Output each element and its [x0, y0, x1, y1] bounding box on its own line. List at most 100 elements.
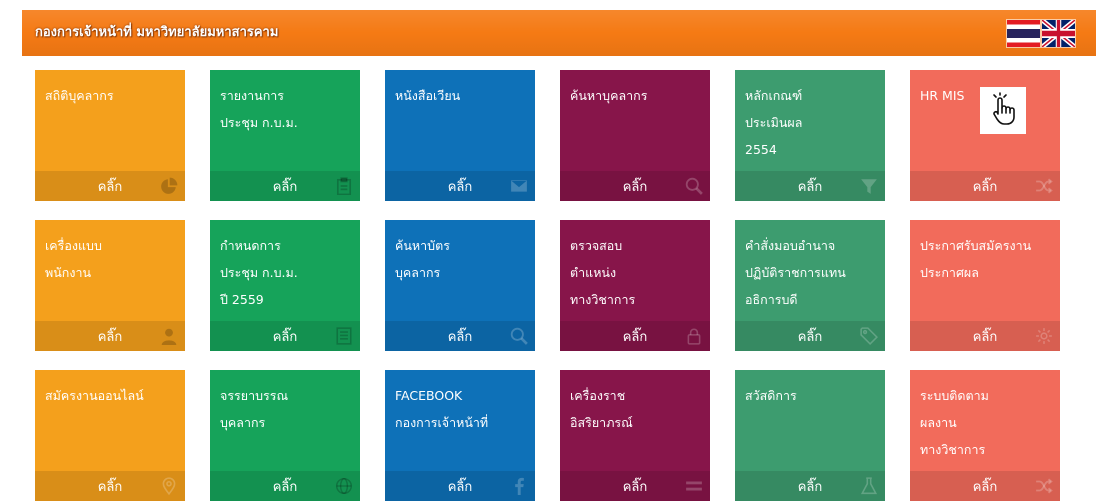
tile-title: ค้นหาบุคลากร — [560, 70, 710, 109]
tile-click-button[interactable]: คลิ๊ก — [210, 321, 360, 351]
click-label[interactable]: คลิ๊ก — [448, 330, 473, 345]
tile-welfare[interactable]: สวัสดิการ คลิ๊ก — [735, 370, 885, 501]
tile-title-line: อธิการบดี — [745, 292, 798, 307]
tile-academic-work-tracking[interactable]: ระบบติดตาม ผลงาน ทางวิชาการ คลิ๊ก — [910, 370, 1060, 501]
tile-hr-mis[interactable]: HR MIS คลิ๊ก — [910, 70, 1060, 201]
tile-title-line: หลักเกณฑ์ — [745, 88, 803, 103]
tile-title: หลักเกณฑ์ ประเมินผล 2554 — [735, 70, 885, 163]
tile-title-line: บุคลากร — [220, 415, 266, 430]
tile-title-line: อิสริยาภรณ์ — [570, 415, 633, 430]
tile-title-line: เครื่องแบบ — [45, 238, 102, 253]
tile-title-line: ผลงาน — [920, 415, 957, 430]
click-label[interactable]: คลิ๊ก — [273, 480, 298, 495]
site-header: กองการเจ้าหน้าที่ มหาวิทยาลัยมหาสารคาม — [22, 10, 1096, 56]
tile-click-button[interactable]: คลิ๊ก — [560, 171, 710, 201]
tile-title: สวัสดิการ — [735, 370, 885, 409]
tile-click-button[interactable]: คลิ๊ก — [35, 471, 185, 501]
tile-meeting-reports[interactable]: รายงานการ ประชุม ก.บ.ม. คลิ๊ก — [210, 70, 360, 201]
tile-title-line: จรรยาบรรณ — [220, 388, 289, 403]
tile-click-button[interactable]: คลิ๊ก — [910, 321, 1060, 351]
tile-title-line: ระบบติดตาม — [920, 388, 989, 403]
click-label[interactable]: คลิ๊ก — [973, 180, 998, 195]
tile-click-button[interactable]: คลิ๊ก — [735, 471, 885, 501]
tile-uniform[interactable]: เครื่องแบบ พนักงาน คลิ๊ก — [35, 220, 185, 351]
tile-title-line: 2554 — [745, 142, 777, 157]
shuffle-icon — [1035, 477, 1053, 495]
tile-title: สมัครงานออนไลน์ — [35, 370, 185, 409]
click-label[interactable]: คลิ๊ก — [798, 180, 823, 195]
tile-academic-position-check[interactable]: ตรวจสอบ ตำแหน่ง ทางวิชาการ คลิ๊ก — [560, 220, 710, 351]
tile-click-button[interactable]: คลิ๊ก — [210, 471, 360, 501]
tile-title-line: ประชุม ก.บ.ม. — [220, 265, 298, 280]
tile-title-line: ปฏิบัติราชการแทน — [745, 265, 846, 280]
tile-title: สถิติบุคลากร — [35, 70, 185, 109]
shuffle-icon — [1035, 177, 1053, 195]
tile-title-line: ประเมินผล — [745, 115, 803, 130]
tile-title-line: สถิติบุคลากร — [45, 88, 114, 103]
tile-click-button[interactable]: คลิ๊ก — [385, 321, 535, 351]
menu-tile-grid: สถิติบุคลากร คลิ๊ก รายงานการ ประชุม ก.บ.… — [35, 70, 1060, 501]
click-label[interactable]: คลิ๊ก — [98, 330, 123, 345]
tile-click-button[interactable]: คลิ๊ก — [385, 171, 535, 201]
click-label[interactable]: คลิ๊ก — [98, 180, 123, 195]
click-label[interactable]: คลิ๊ก — [623, 330, 648, 345]
tile-royal-decorations[interactable]: เครื่องราช อิสริยาภรณ์ คลิ๊ก — [560, 370, 710, 501]
click-label[interactable]: คลิ๊ก — [623, 180, 648, 195]
tile-title-line: เครื่องราช — [570, 388, 626, 403]
click-label[interactable]: คลิ๊ก — [448, 480, 473, 495]
gear-icon — [1035, 327, 1053, 345]
filter-icon — [860, 177, 878, 195]
tile-meeting-schedule[interactable]: กำหนดการ ประชุม ก.บ.ม. ปี 2559 คลิ๊ก — [210, 220, 360, 351]
tile-title: หนังสือเวียน — [385, 70, 535, 109]
click-label[interactable]: คลิ๊ก — [273, 330, 298, 345]
tile-title-line: บุคลากร — [395, 265, 441, 280]
tile-title-line: สมัครงานออนไลน์ — [45, 388, 144, 403]
hand-pointer-icon — [980, 87, 1026, 134]
tile-evaluation-criteria[interactable]: หลักเกณฑ์ ประเมินผล 2554 คลิ๊ก — [735, 70, 885, 201]
tile-job-announcements[interactable]: ประกาศรับสมัครงาน ประกาศผล คลิ๊ก — [910, 220, 1060, 351]
click-label[interactable]: คลิ๊ก — [798, 330, 823, 345]
tile-title: รายงานการ ประชุม ก.บ.ม. — [210, 70, 360, 136]
tile-click-button[interactable]: คลิ๊ก — [560, 321, 710, 351]
tile-title-line: สวัสดิการ — [745, 388, 797, 403]
tile-click-button[interactable]: คลิ๊ก — [35, 171, 185, 201]
tile-search-staff-card[interactable]: ค้นหาบัตร บุคลากร คลิ๊ก — [385, 220, 535, 351]
click-label[interactable]: คลิ๊ก — [973, 480, 998, 495]
clipboard-icon — [335, 177, 353, 195]
tile-title: ค้นหาบัตร บุคลากร — [385, 220, 535, 286]
tile-click-button[interactable]: คลิ๊ก — [385, 471, 535, 501]
tile-circular-letters[interactable]: หนังสือเวียน คลิ๊ก — [385, 70, 535, 201]
click-label[interactable]: คลิ๊ก — [273, 180, 298, 195]
tile-title-line: FACEBOOK — [395, 388, 463, 403]
tile-online-application[interactable]: สมัครงานออนไลน์ คลิ๊ก — [35, 370, 185, 501]
tile-title: เครื่องราช อิสริยาภรณ์ — [560, 370, 710, 436]
click-label[interactable]: คลิ๊ก — [973, 330, 998, 345]
facebook-icon — [510, 477, 528, 495]
tile-title-line: ตำแหน่ง — [570, 265, 617, 280]
tile-title-line: กำหนดการ — [220, 238, 281, 253]
tile-search-staff[interactable]: ค้นหาบุคลากร คลิ๊ก — [560, 70, 710, 201]
tile-click-button[interactable]: คลิ๊ก — [560, 471, 710, 501]
tile-code-of-ethics[interactable]: จรรยาบรรณ บุคลากร คลิ๊ก — [210, 370, 360, 501]
click-label[interactable]: คลิ๊ก — [623, 480, 648, 495]
lock-icon — [685, 327, 703, 345]
click-label[interactable]: คลิ๊ก — [798, 480, 823, 495]
click-label[interactable]: คลิ๊ก — [98, 480, 123, 495]
tile-title-line: ประชุม ก.บ.ม. — [220, 115, 298, 130]
click-label[interactable]: คลิ๊ก — [448, 180, 473, 195]
tile-click-button[interactable]: คลิ๊ก — [910, 471, 1060, 501]
tile-click-button[interactable]: คลิ๊ก — [910, 171, 1060, 201]
tile-click-button[interactable]: คลิ๊ก — [35, 321, 185, 351]
tile-facebook[interactable]: FACEBOOK กองการเจ้าหน้าที่ คลิ๊ก — [385, 370, 535, 501]
tile-title-line: ประกาศรับสมัครงาน — [920, 238, 1032, 253]
uk-flag-icon[interactable] — [1042, 20, 1075, 47]
tile-click-button[interactable]: คลิ๊ก — [210, 171, 360, 201]
tile-staff-statistics[interactable]: สถิติบุคลากร คลิ๊ก — [35, 70, 185, 201]
tile-click-button[interactable]: คลิ๊ก — [735, 171, 885, 201]
tile-title-line: ปี 2559 — [220, 292, 264, 307]
tile-click-button[interactable]: คลิ๊ก — [735, 321, 885, 351]
page: กองการเจ้าหน้าที่ มหาวิทยาลัยมหาสารคาม ส… — [0, 0, 1108, 503]
tile-title-line: พนักงาน — [45, 265, 92, 280]
thai-flag-icon[interactable] — [1007, 20, 1040, 47]
tile-delegation-orders[interactable]: คำสั่งมอบอำนาจ ปฏิบัติราชการแทน อธิการบด… — [735, 220, 885, 351]
